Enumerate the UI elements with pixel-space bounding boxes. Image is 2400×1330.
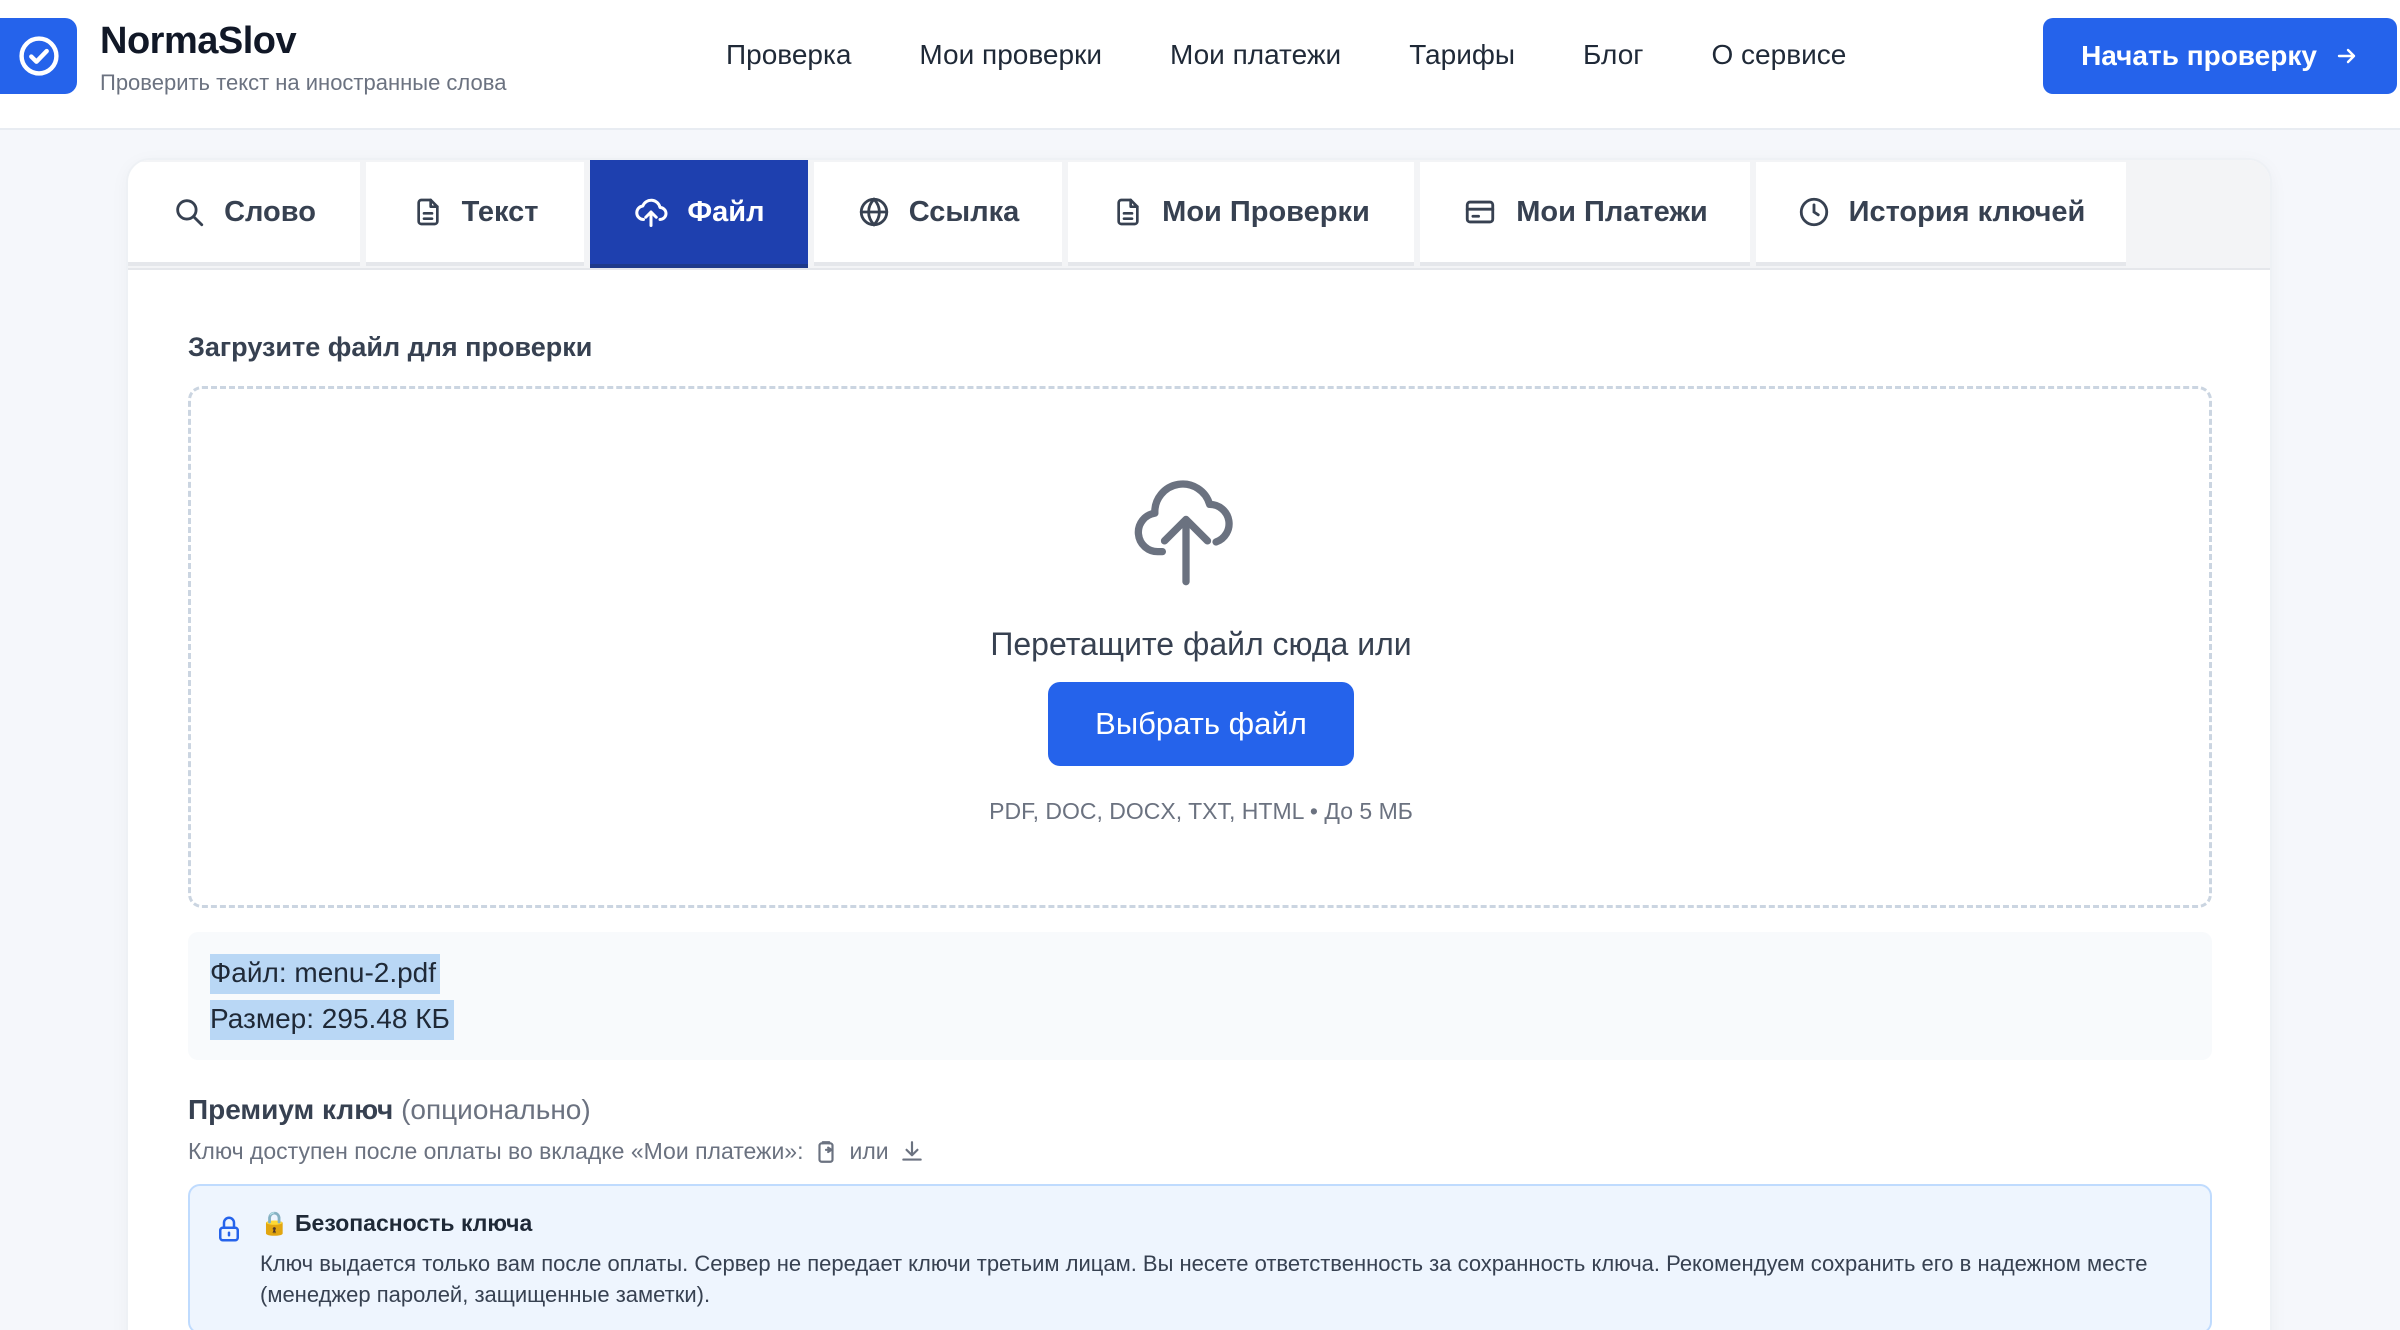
tab-key-history-label: История ключей bbox=[1848, 195, 2086, 228]
check-card: Слово Текст Файл Ссылка Мои Проверки Мои… bbox=[126, 158, 2272, 1330]
security-title: 🔒 Безопасность ключа bbox=[260, 1210, 533, 1236]
search-icon bbox=[176, 199, 204, 227]
cloud-upload-icon bbox=[635, 198, 668, 227]
clipboard-icon[interactable] bbox=[813, 1139, 839, 1165]
tab-file[interactable]: Файл bbox=[590, 160, 808, 268]
premium-hint-or: или bbox=[849, 1138, 889, 1164]
lock-icon bbox=[219, 1216, 239, 1242]
main-nav: Проверка Мои проверки Мои платежи Тарифы… bbox=[726, 38, 1914, 72]
tab-link-label: Ссылка bbox=[908, 195, 1020, 228]
nav-item-blog[interactable]: Блог bbox=[1583, 38, 1644, 72]
drop-text: Перетащите файл сюда или bbox=[990, 626, 1412, 662]
cloud-upload-icon bbox=[1134, 480, 1233, 586]
premium-key-optional: (опционально) bbox=[401, 1094, 591, 1125]
document-icon bbox=[416, 198, 439, 226]
premium-key-title: Премиум ключ bbox=[188, 1094, 394, 1125]
brand-name[interactable]: NormaSlov bbox=[100, 20, 297, 63]
choose-file-button[interactable]: Выбрать файл bbox=[1048, 682, 1354, 766]
nav-item-my-checks[interactable]: Мои проверки bbox=[919, 38, 1102, 72]
tab-text[interactable]: Текст bbox=[366, 162, 584, 266]
logo[interactable] bbox=[0, 18, 77, 94]
supported-formats: PDF, DOC, DOCX, TXT, HTML • До 5 МБ bbox=[989, 798, 1413, 824]
tab-text-label: Текст bbox=[461, 195, 539, 228]
credit-card-icon bbox=[1466, 200, 1495, 224]
nav-item-check[interactable]: Проверка bbox=[726, 38, 851, 72]
globe-icon bbox=[859, 197, 888, 227]
tab-key-history[interactable]: История ключей bbox=[1756, 162, 2126, 266]
tab-my-checks-label: Мои Проверки bbox=[1162, 195, 1370, 228]
premium-key-label: Премиум ключ (опционально) bbox=[188, 1094, 591, 1126]
brand-subtitle: Проверить текст на иностранные слова bbox=[100, 70, 507, 95]
document-icon bbox=[1117, 198, 1139, 226]
key-security-notice: 🔒 Безопасность ключа Ключ выдается тольк… bbox=[188, 1184, 2212, 1330]
tab-file-label: Файл bbox=[687, 195, 765, 228]
upload-section-label: Загрузите файл для проверки bbox=[188, 332, 593, 362]
tab-my-checks[interactable]: Мои Проверки bbox=[1068, 162, 1414, 266]
tab-link[interactable]: Ссылка bbox=[814, 162, 1062, 266]
nav-item-about[interactable]: О сервисе bbox=[1712, 38, 1847, 72]
site-header: NormaSlov Проверить текст на иностранные… bbox=[0, 0, 2400, 130]
file-size: Размер: 295.48 КБ bbox=[210, 1000, 454, 1040]
download-icon[interactable] bbox=[899, 1139, 925, 1165]
nav-item-my-payments[interactable]: Мои платежи bbox=[1170, 38, 1341, 72]
tab-bar: Слово Текст Файл Ссылка Мои Проверки Мои… bbox=[128, 160, 2270, 270]
premium-hint-text: Ключ доступен после оплаты во вкладке «М… bbox=[188, 1138, 804, 1164]
tab-my-payments-label: Мои Платежи bbox=[1516, 195, 1708, 228]
security-text: Ключ выдается только вам после оплаты. С… bbox=[260, 1251, 2148, 1307]
tab-word-label: Слово bbox=[224, 195, 316, 228]
start-check-label: Начать проверку bbox=[2081, 40, 2317, 71]
arrow-right-icon bbox=[2337, 48, 2356, 64]
tab-my-payments[interactable]: Мои Платежи bbox=[1420, 162, 1750, 266]
nav-item-pricing[interactable]: Тарифы bbox=[1409, 38, 1515, 72]
clock-icon bbox=[1799, 197, 1828, 227]
tab-word[interactable]: Слово bbox=[128, 162, 360, 266]
start-check-button[interactable]: Начать проверку bbox=[2043, 18, 2397, 94]
premium-key-hint: Ключ доступен после оплаты во вкладке «М… bbox=[188, 1138, 925, 1165]
check-circle-icon bbox=[18, 36, 59, 76]
file-name: Файл: menu-2.pdf bbox=[210, 954, 441, 994]
selected-file-info: Файл: menu-2.pdf Размер: 295.48 КБ bbox=[188, 932, 2212, 1060]
